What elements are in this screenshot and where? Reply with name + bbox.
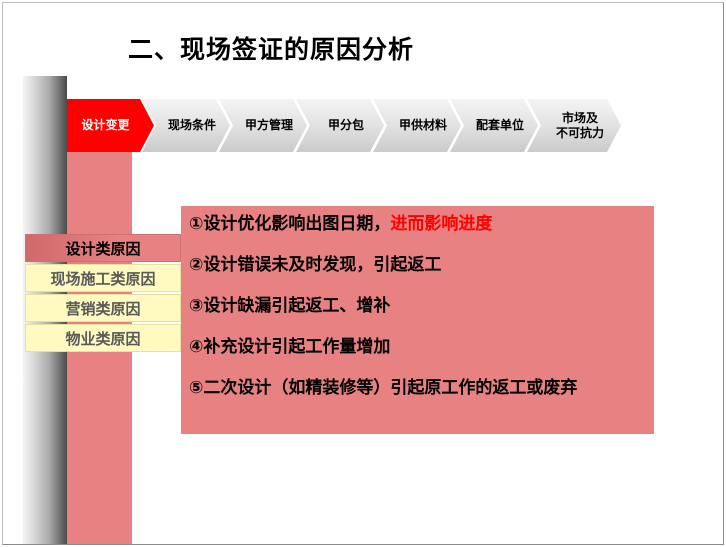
reason-1-highlight: 进而影响进度 xyxy=(390,214,493,234)
step-label: 现场条件 xyxy=(167,118,216,132)
slide: 二、现场签证的原因分析 设计变更 现场条件 甲方管理 甲分包 甲供材料 配套单位… xyxy=(2,2,724,545)
reason-5: ⑤二次设计（如精装修等）引起原工作的返工或废弃 xyxy=(189,378,578,398)
reason-3: ③设计缺漏引起返工、增补 xyxy=(189,296,391,316)
cause-list: 设计类原因 现场施工类原因 营销类原因 物业类原因 xyxy=(25,234,181,354)
process-steps: 设计变更 现场条件 甲方管理 甲分包 甲供材料 配套单位 市场及 不可抗力 xyxy=(67,99,627,152)
reason-4: ④补充设计引起工作量增加 xyxy=(189,337,391,357)
step-label: 设计变更 xyxy=(81,118,130,132)
slide-title: 二、现场签证的原因分析 xyxy=(128,35,415,64)
step-label: 市场及 不可抗力 xyxy=(555,110,604,140)
reason-2: ②设计错误未及时发现，引起返工 xyxy=(189,255,442,275)
cause-design[interactable]: 设计类原因 xyxy=(25,234,181,262)
step-label: 甲方管理 xyxy=(244,118,293,132)
step-owner-materials[interactable]: 甲供材料 xyxy=(373,99,461,152)
reason-1: ①设计优化影响出图日期，进而影响进度 xyxy=(189,212,640,236)
reason-1-main: ①设计优化影响出图日期， xyxy=(189,214,391,234)
cause-property[interactable]: 物业类原因 xyxy=(25,324,181,352)
step-owner-subcontract[interactable]: 甲分包 xyxy=(296,99,384,152)
cause-site-construction[interactable]: 现场施工类原因 xyxy=(25,264,181,292)
step-market-force-majeure[interactable]: 市场及 不可抗力 xyxy=(527,99,621,152)
step-site-conditions[interactable]: 现场条件 xyxy=(142,99,230,152)
detail-panel: ①设计优化影响出图日期，进而影响进度 ②设计错误未及时发现，引起返工 ③设计缺漏… xyxy=(181,206,654,434)
step-design-change[interactable]: 设计变更 xyxy=(67,99,154,152)
step-label: 甲供材料 xyxy=(398,118,447,132)
step-supporting-units[interactable]: 配套单位 xyxy=(450,99,538,152)
step-owner-management[interactable]: 甲方管理 xyxy=(219,99,307,152)
step-label: 甲分包 xyxy=(327,118,364,132)
step-label: 配套单位 xyxy=(475,118,524,132)
cause-marketing[interactable]: 营销类原因 xyxy=(25,294,181,322)
